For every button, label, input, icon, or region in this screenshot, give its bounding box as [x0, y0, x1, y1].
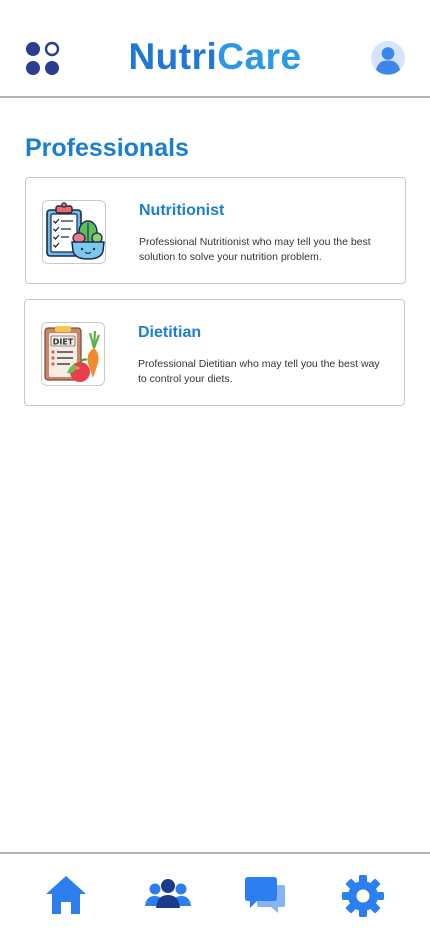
app-header: NutriCare [0, 0, 430, 98]
professional-card-nutritionist[interactable]: Nutritionist Professional Nutritionist w… [25, 177, 406, 284]
brand-part-1: Nutri [128, 36, 218, 77]
user-avatar-icon[interactable] [371, 41, 405, 75]
nutrition-clipboard-icon [42, 200, 106, 264]
home-icon[interactable] [44, 874, 88, 918]
card-description: Professional Dietitian who may tell you … [138, 358, 380, 385]
app-screen: NutriCare Professionals Nutritionist Pro… [0, 0, 430, 932]
card-description: Professional Nutritionist who may tell y… [139, 236, 371, 263]
diet-clipboard-icon: DIET [41, 322, 105, 386]
card-title: Nutritionist [139, 202, 225, 219]
settings-icon[interactable] [341, 874, 385, 918]
brand-part-2: Care [217, 36, 302, 77]
card-title: Dietitian [138, 324, 202, 341]
app-logo: NutriCare [0, 36, 430, 78]
section-title: Professionals [25, 134, 189, 162]
professional-card-dietitian[interactable]: DIET Dietitian Professional Dietitian wh… [24, 299, 405, 406]
chat-icon[interactable] [243, 874, 287, 918]
svg-text:DIET: DIET [53, 338, 74, 347]
users-icon[interactable] [144, 874, 192, 918]
bottom-navigation [0, 852, 430, 932]
